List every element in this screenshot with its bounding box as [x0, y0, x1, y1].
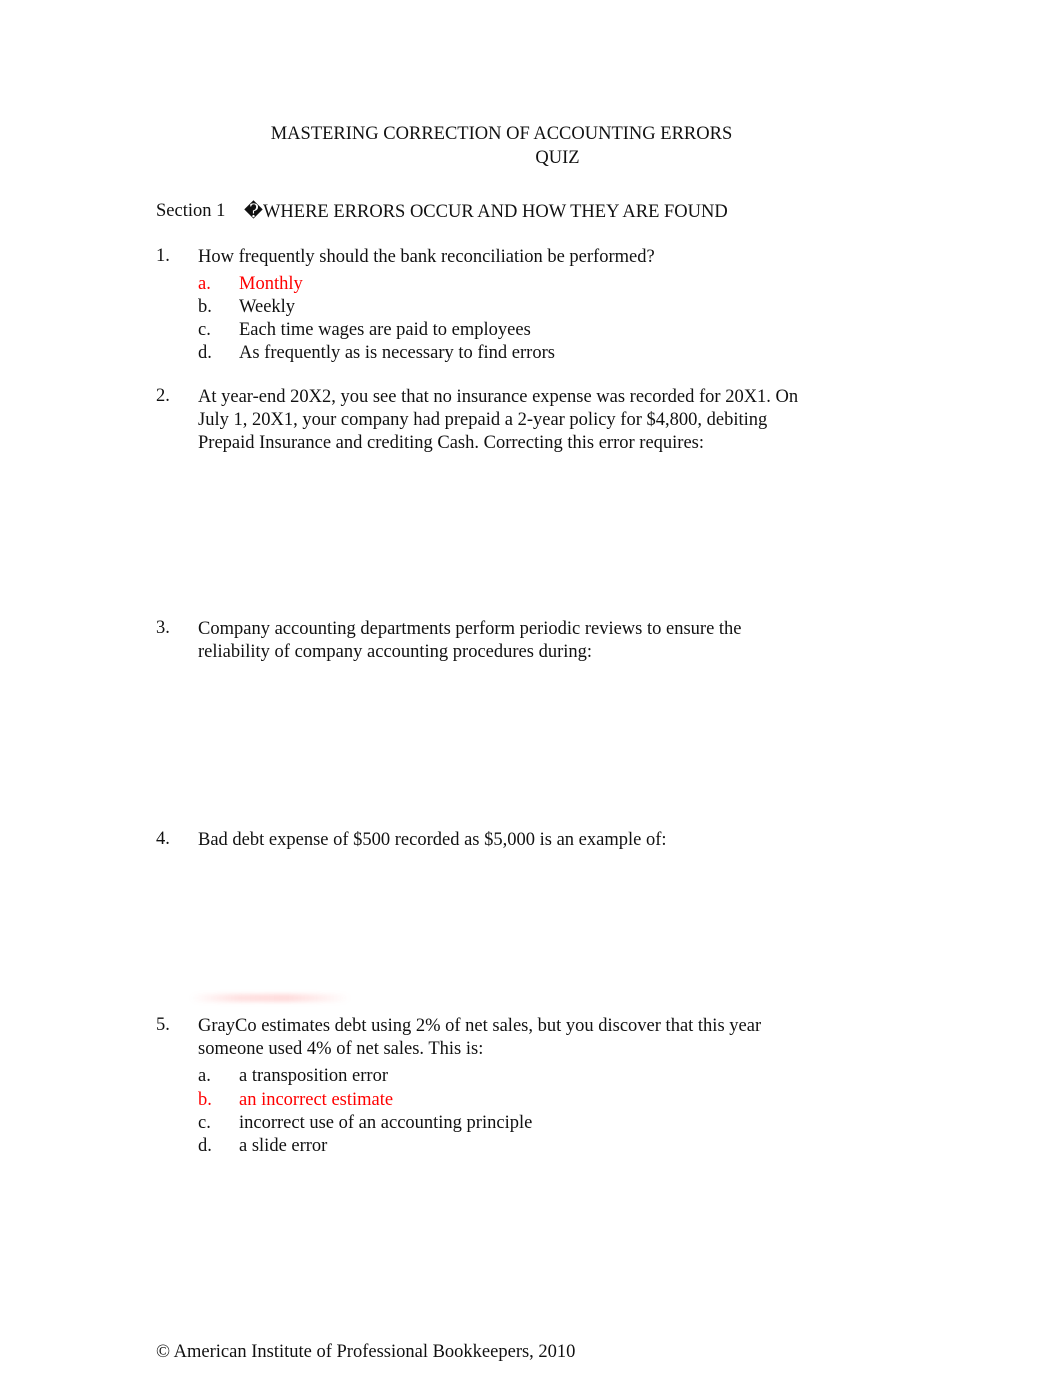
option-text: a transposition error: [239, 1066, 388, 1086]
question-number: 4.: [156, 829, 170, 849]
option-letter: d.: [198, 343, 212, 363]
question-text: How frequently should the bank reconcili…: [198, 247, 655, 267]
section-label: Section 1: [156, 201, 226, 221]
question-number: 5.: [156, 1015, 170, 1035]
option-letter: c.: [198, 320, 211, 340]
question-text: Bad debt expense of $500 recorded as $5,…: [198, 830, 667, 850]
option-letter: c.: [198, 1113, 211, 1133]
option-text: As frequently as is necessary to find er…: [239, 343, 555, 363]
copyright-footer: © American Institute of Professional Boo…: [156, 1342, 576, 1362]
question-number: 2.: [156, 386, 170, 406]
option-text: Each time wages are paid to employees: [239, 320, 531, 340]
option-text: Weekly: [239, 297, 296, 317]
option-text-correct: an incorrect estimate: [239, 1090, 394, 1110]
option-text: a slide error: [239, 1136, 328, 1156]
option-text: incorrect use of an accounting principle: [239, 1113, 533, 1133]
obscured-answer-mark: [190, 994, 350, 1002]
document-title: MASTERING CORRECTION OF ACCOUNTING ERROR…: [270, 124, 733, 144]
question-text: Company accounting departments perform p…: [198, 619, 742, 662]
option-letter: b.: [198, 1090, 212, 1110]
option-letter: b.: [198, 297, 212, 317]
option-letter: a.: [198, 274, 211, 294]
question-text: GrayCo estimates debt using 2% of net sa…: [198, 1016, 762, 1059]
option-text-correct: Monthly: [239, 274, 303, 294]
option-letter: d.: [198, 1136, 212, 1156]
document-subtitle: QUIZ: [535, 148, 580, 168]
question-number: 1.: [156, 246, 170, 266]
option-letter: a.: [198, 1066, 211, 1086]
question-number: 3.: [156, 618, 170, 638]
question-text: At year-end 20X2, you see that no insura…: [198, 387, 799, 453]
section-title: �WHERE ERRORS OCCUR AND HOW THEY ARE FOU…: [244, 202, 728, 222]
